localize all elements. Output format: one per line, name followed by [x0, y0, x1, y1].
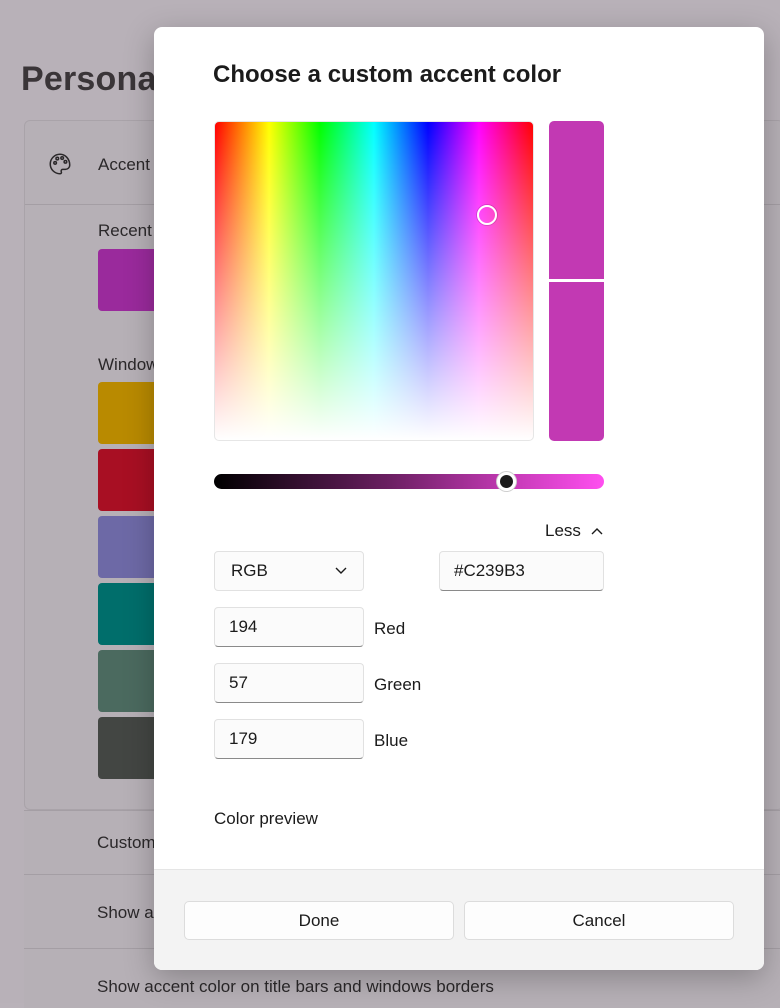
- windows-color-swatch[interactable]: [98, 382, 158, 444]
- show-accent-start-label: Show a: [97, 903, 154, 922]
- color-preview-new: [549, 121, 604, 279]
- custom-colors-label: Custom: [97, 833, 156, 852]
- accent-color-label: Accent: [98, 155, 150, 174]
- color-preview-current: [549, 282, 604, 441]
- value-slider-thumb[interactable]: [497, 472, 516, 491]
- page-title: Personal: [21, 60, 167, 98]
- palette-icon: [49, 153, 71, 175]
- chevron-down-icon: [335, 567, 347, 574]
- windows-color-swatch[interactable]: [98, 516, 158, 578]
- color-spectrum[interactable]: [214, 121, 534, 441]
- show-accent-titlebar-label: Show accent color on title bars and wind…: [97, 977, 494, 996]
- color-mode-value: RGB: [231, 561, 268, 580]
- green-input[interactable]: [214, 663, 364, 703]
- green-label: Green: [374, 675, 422, 694]
- red-label: Red: [374, 619, 406, 638]
- dialog-title: Choose a custom accent color: [213, 61, 562, 88]
- less-label: Less: [545, 521, 581, 540]
- hex-input[interactable]: [439, 551, 604, 591]
- done-button[interactable]: Done: [184, 901, 454, 940]
- windows-color-swatch[interactable]: [98, 717, 158, 779]
- custom-accent-dialog: Choose a custom accent color Less RGB Re…: [154, 27, 764, 970]
- windows-color-swatch[interactable]: [98, 449, 158, 511]
- windows-color-swatch[interactable]: [98, 650, 158, 712]
- chevron-up-icon: [591, 528, 603, 535]
- value-slider[interactable]: [214, 474, 604, 489]
- spectrum-selector-handle[interactable]: [477, 205, 497, 225]
- windows-colors-label: Window: [98, 355, 159, 374]
- less-button[interactable]: Less: [545, 521, 603, 541]
- cancel-button[interactable]: Cancel: [464, 901, 734, 940]
- color-mode-dropdown[interactable]: RGB: [214, 551, 364, 591]
- blue-input[interactable]: [214, 719, 364, 759]
- windows-color-swatch[interactable]: [98, 583, 158, 645]
- recent-color-swatch[interactable]: [98, 249, 158, 311]
- dialog-footer: Done Cancel: [154, 869, 764, 970]
- color-preview-label: Color preview: [214, 809, 318, 828]
- red-input[interactable]: [214, 607, 364, 647]
- recent-colors-label: Recent: [98, 221, 152, 240]
- blue-label: Blue: [374, 731, 409, 750]
